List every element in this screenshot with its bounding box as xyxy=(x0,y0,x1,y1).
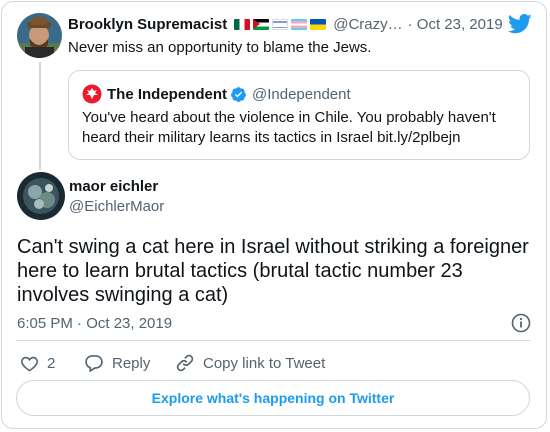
copy-link-label: Copy link to Tweet xyxy=(203,354,326,372)
israel-flag-icon xyxy=(272,19,289,30)
avatar-maor-eichler[interactable] xyxy=(17,172,65,220)
tweet-timestamp[interactable]: 6:05 PM · Oct 23, 2019 xyxy=(17,315,172,332)
mexico-flag-icon xyxy=(234,19,251,30)
quoted-tweet-header: The Independent @Independent xyxy=(82,84,351,104)
independent-logo-icon xyxy=(82,84,102,104)
reply-label: Reply xyxy=(112,354,151,372)
twitter-logo-icon[interactable] xyxy=(508,14,532,34)
transgender-flag-icon xyxy=(291,19,308,30)
quoted-author-name: The Independent xyxy=(107,85,227,103)
like-count: 2 xyxy=(47,354,56,372)
avatar-brooklyn-supremacist[interactable] xyxy=(17,13,62,58)
main-handle[interactable]: @EichlerMaor xyxy=(69,198,164,215)
parent-handle[interactable]: @Crazy… xyxy=(333,16,402,33)
parent-author-name[interactable]: Brooklyn Supremacist xyxy=(68,16,227,33)
parent-tweet-text: Never miss an opportunity to blame the J… xyxy=(68,39,372,56)
palestine-flag-icon xyxy=(253,19,270,30)
copy-link-button[interactable]: Copy link to Tweet xyxy=(175,352,325,374)
reply-icon xyxy=(85,355,103,373)
main-tweet-text: Can't swing a cat here in Israel without… xyxy=(17,236,529,306)
main-author-name[interactable]: maor eichler xyxy=(69,178,158,195)
info-icon[interactable] xyxy=(511,313,531,333)
verified-badge-icon xyxy=(231,86,246,102)
heart-icon xyxy=(21,356,38,372)
parent-date[interactable]: · Oct 23, 2019 xyxy=(408,16,503,33)
quoted-tweet-text: You've heard about the violence in Chile… xyxy=(82,109,496,146)
parent-tweet-header: Brooklyn Supremacist @Crazy… · Oct 23, 2… xyxy=(68,16,503,33)
link-icon xyxy=(176,354,194,372)
quoted-handle: @Independent xyxy=(252,85,351,103)
divider xyxy=(16,340,530,341)
like-button[interactable]: 2 xyxy=(20,352,55,374)
ukraine-flag-icon xyxy=(310,19,327,30)
explore-twitter-button[interactable]: Explore what's happening on Twitter xyxy=(16,380,530,416)
thread-line xyxy=(39,62,41,170)
flag-icons xyxy=(234,19,329,30)
quoted-tweet[interactable]: The Independent @Independent You've hear… xyxy=(68,70,530,160)
reply-button[interactable]: Reply xyxy=(84,352,150,374)
